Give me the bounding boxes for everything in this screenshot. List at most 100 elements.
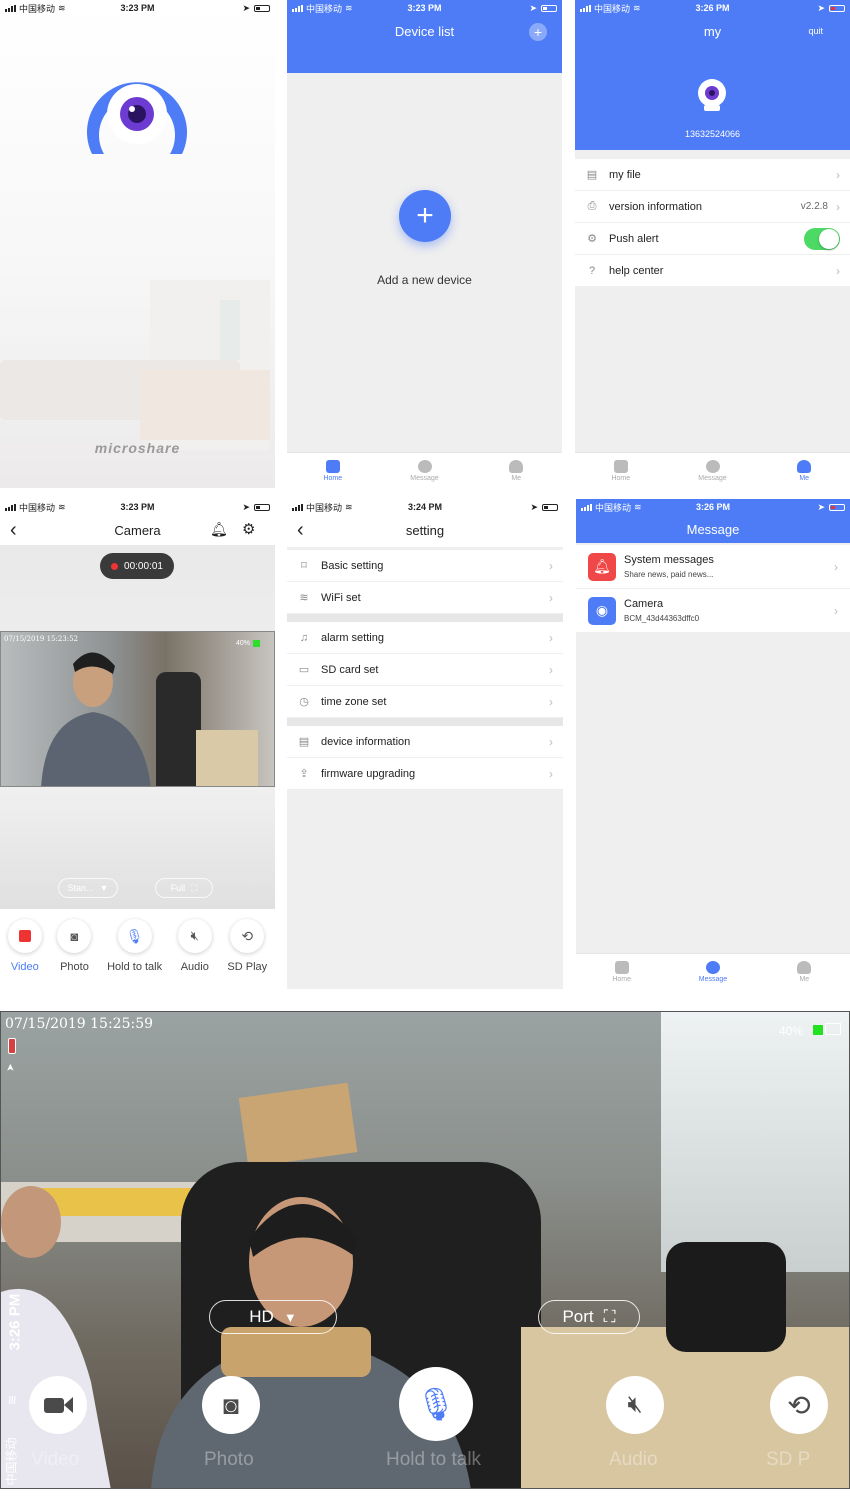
rotated-carrier: 中国移动 [4,1437,19,1486]
microphone-icon: 🎙︎ [415,1386,457,1422]
photo-control-label: Photo [204,1449,254,1470]
triangle-down-icon: ▼ [283,1309,297,1325]
message-item-system[interactable]: 🔔︎ System messages Share news, paid news… [576,545,850,589]
fullscreen-button[interactable]: Full ⛶ [155,878,213,898]
setting-label: WiFi set [321,591,361,604]
sd-play-button[interactable]: ⟲ SD Play [227,919,267,979]
page-title: Message [686,522,740,537]
tab-home[interactable]: Home [287,453,379,488]
video-control[interactable] [29,1376,87,1434]
plus-icon: + [533,24,543,40]
setting-wifi[interactable]: ≋ WiFi set › [287,582,563,614]
push-alert-toggle[interactable] [804,227,840,250]
upload-icon: ⇪ [299,768,309,780]
device-list-screen: 中国移动 ≋ 3:23 PM ➤ Device list + + Add a ne… [287,0,562,488]
add-device-header-button[interactable]: + [529,23,547,41]
video-timestamp: 07/15/2019 15:25:59 [5,1016,154,1032]
cabinet-shape [196,730,258,786]
audio-button[interactable]: 🔇︎ Audio [177,919,212,979]
wifi-icon: ≋ [58,2,66,13]
me-menu: ▤ my file › ⎙ version information v2.2.8 › ⚙ P… [575,159,850,287]
landscape-live-view[interactable]: 07/15/2019 15:25:59 40% ➤ 3:26 PM ≋ 中国移动… [0,1011,850,1489]
status-time: 3:23 PM [120,3,155,13]
ctrl-label: Hold to talk [107,961,163,973]
status-bar: 中国移动 ≋ 3:24 PM ➤ [287,499,563,515]
setting-time-zone[interactable]: ◷ time zone set › [287,686,563,718]
port-label: Port [562,1307,594,1326]
settings-icon[interactable]: ⚙ [242,520,255,538]
chevron-right-icon: › [836,263,840,278]
tab-message[interactable]: Message [667,453,759,488]
quality-select[interactable]: Stan... ▼ [58,878,118,898]
tab-me[interactable]: Me [470,453,562,488]
tab-label: Me [511,474,522,482]
menu-version[interactable]: ⎙ version information v2.2.8 › [575,191,850,223]
menu-label: my file [609,168,641,181]
setting-label: Basic setting [321,559,384,572]
battery-icon [829,503,845,511]
menu-help-center[interactable]: ? help center › [575,255,850,287]
tab-message[interactable]: Message [667,954,758,989]
setting-screen: 中国移动 ≋ 3:24 PM ➤ ‹ setting ⌑ Basic setting… [287,499,563,989]
person-icon [797,960,812,974]
video-camera-icon [43,1397,73,1413]
chevron-right-icon: › [549,590,553,605]
photo-button[interactable]: ◙ Photo [57,919,92,979]
setting-firmware[interactable]: ⇪ firmware upgrading › [287,758,563,790]
person-icon [797,459,812,473]
record-timer: 00:00:01 [100,553,174,579]
triangle-down-icon: ▼ [99,883,109,893]
message-icon [417,459,432,473]
menu-my-file[interactable]: ▤ my file › [575,159,850,191]
message-screen: 中国移动 ≋ 3:26 PM ➤ Message 🔔︎ System messag… [576,499,850,989]
carrier-label: 中国移动 [19,3,56,14]
rotated-battery-icon [8,1038,16,1054]
gear-icon: ⚙ [587,233,597,245]
fullscreen-icon: ⛶ [191,882,198,893]
carrier-label: 中国移动 [594,3,631,14]
tab-home[interactable]: Home [576,954,667,989]
video-feed[interactable]: 07/15/2019 15:23:52 40% [0,631,275,787]
status-time: 3:23 PM [407,3,442,13]
audio-control[interactable]: 🔇︎ [606,1376,664,1434]
clock-icon: ◷ [299,696,309,708]
tab-home[interactable]: Home [575,453,667,488]
bell-icon[interactable]: 🔔︎ [210,521,228,538]
location-icon: ➤ [530,501,539,512]
portrait-button[interactable]: Port ⛶ [538,1300,640,1334]
wifi-icon: ≋ [58,501,66,512]
hold-to-talk-button[interactable]: 🎙︎ Hold to talk [107,919,162,979]
message-icon [705,459,720,473]
status-time: 3:23 PM [120,502,155,512]
tab-message[interactable]: Message [379,453,471,488]
message-text: Camera BCM_43d44363dffc0 [624,598,834,623]
page-title: Camera [114,523,161,538]
sd-play-control[interactable]: ⟲ [770,1376,828,1434]
status-time: 3:26 PM [695,3,730,13]
message-title: Camera [624,598,664,610]
location-icon: ➤ [529,2,537,13]
brand-logo: microshare [94,440,181,456]
record-time: 00:00:01 [124,560,163,572]
hold-to-talk-control[interactable]: 🎙︎ [399,1367,473,1441]
rotated-status-bar: ➤ 3:26 PM ≋ 中国移动 [3,1032,25,1488]
message-list: 🔔︎ System messages Share news, paid news… [576,545,850,633]
setting-basic[interactable]: ⌑ Basic setting › [287,550,563,582]
speaker-mute-icon: 🔇︎ [627,1391,643,1418]
setting-device-info[interactable]: ▤ device information › [287,726,563,758]
tab-me[interactable]: Me [759,954,850,989]
setting-sd-card[interactable]: ▭ SD card set › [287,654,563,686]
tab-me[interactable]: Me [758,453,850,488]
hd-quality-select[interactable]: HD ▼ [209,1300,337,1334]
add-device-label: Add a new device [377,273,472,287]
message-item-camera[interactable]: ◉ Camera BCM_43d44363dffc0 › [576,589,850,633]
menu-label: Push alert [609,232,659,245]
add-device-button[interactable]: + [399,190,451,242]
photo-control[interactable]: ◙ [202,1376,260,1434]
setting-alarm[interactable]: ♫ alarm setting › [287,622,563,654]
camera-icon: ◙ [223,1389,239,1420]
quit-button[interactable]: quit [808,26,823,36]
replay-icon: ⟲ [787,1389,811,1421]
carrier-label: 中国移动 [306,3,343,14]
video-record-button[interactable]: Video [7,919,42,979]
